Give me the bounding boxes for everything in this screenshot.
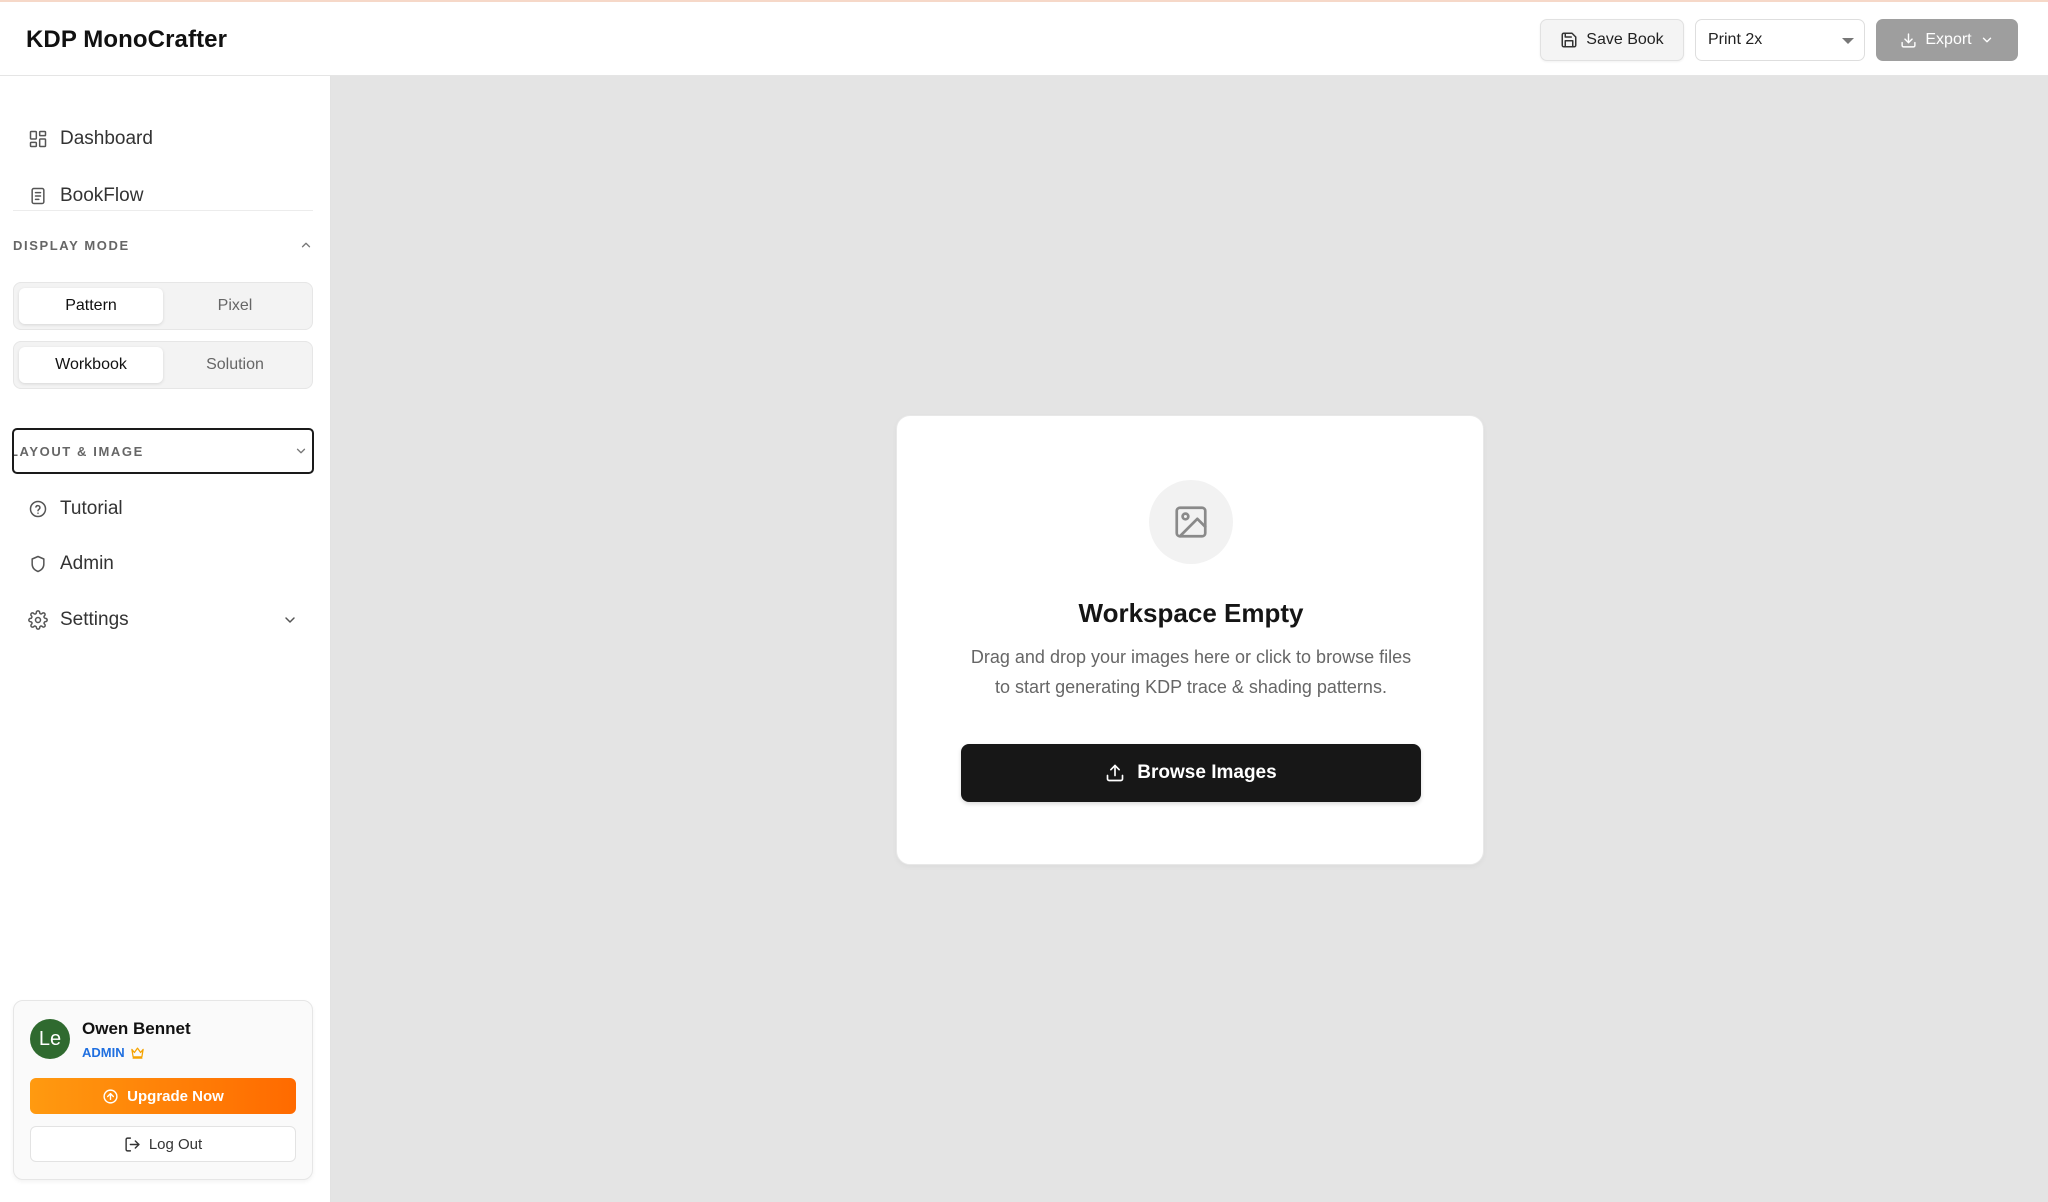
user-name: Owen Bennet — [82, 1019, 191, 1038]
empty-state-description: Drag and drop your images here or click … — [951, 642, 1431, 702]
log-out-label: Log Out — [148, 1135, 203, 1153]
user-card: Le Owen Bennet ADMIN Upgrade Now Log Out — [13, 1000, 313, 1180]
print-scale-value: Print 2x — [1708, 31, 1763, 48]
solution-option[interactable]: Solution — [163, 347, 307, 383]
layout-image-header[interactable]: LAYOUT & IMAGE — [12, 428, 314, 474]
sidebar-item-label: Settings — [60, 609, 129, 630]
sidebar-item-label: Tutorial — [60, 498, 123, 519]
chevron-up-icon — [301, 242, 311, 248]
upgrade-label: Upgrade Now — [127, 1087, 224, 1105]
export-button[interactable]: Export — [1876, 19, 2018, 61]
browse-images-label: Browse Images — [1137, 762, 1277, 783]
chevron-down-icon — [296, 448, 306, 454]
sidebar-item-label: BookFlow — [60, 185, 144, 206]
display-mode-title: DISPLAY MODE — [13, 237, 130, 253]
user-role-label: ADMIN — [82, 1045, 125, 1060]
pixel-option[interactable]: Pixel — [163, 288, 307, 324]
print-scale-select[interactable]: Print 2x — [1695, 19, 1865, 61]
sidebar: Dashboard BookFlow DISPLAY MODE Pattern … — [0, 76, 331, 1202]
app-title: KDP MonoCrafter — [26, 26, 228, 53]
view-mode-toggle: Pattern Pixel — [13, 282, 313, 330]
workbook-option[interactable]: Workbook — [19, 347, 163, 383]
log-out-button[interactable]: Log Out — [30, 1126, 296, 1162]
empty-state-title: Workspace Empty — [1078, 598, 1304, 628]
crown-icon — [130, 1047, 144, 1059]
gear-icon — [28, 610, 48, 630]
chevron-down-icon — [285, 617, 295, 623]
log-out-icon — [125, 1136, 140, 1152]
upgrade-now-button[interactable]: Upgrade Now — [30, 1078, 296, 1114]
upgrade-arrow-icon — [103, 1088, 118, 1104]
avatar: Le — [30, 1019, 70, 1059]
pattern-option[interactable]: Pattern — [19, 288, 163, 324]
workspace-dropzone[interactable]: Workspace Empty Drag and drop your image… — [896, 415, 1484, 865]
sidebar-item-tutorial[interactable]: Tutorial — [28, 489, 123, 529]
book-icon — [31, 187, 45, 205]
sidebar-item-dashboard[interactable]: Dashboard — [28, 119, 153, 159]
sidebar-item-label: Admin — [60, 553, 114, 574]
output-mode-toggle: Workbook Solution — [13, 341, 313, 389]
download-icon — [1901, 32, 1916, 48]
export-label: Export — [1925, 31, 1972, 48]
browse-images-button[interactable]: Browse Images — [961, 744, 1421, 802]
layout-image-title: LAYOUT & IMAGE — [12, 443, 144, 459]
image-icon — [1175, 506, 1207, 538]
dashboard-icon — [29, 130, 47, 148]
save-book-button[interactable]: Save Book — [1540, 19, 1684, 61]
top-bar: KDP MonoCrafter Save Book Print 2x Expor… — [0, 0, 2048, 76]
save-book-label: Save Book — [1586, 31, 1664, 48]
sidebar-item-settings[interactable]: Settings — [28, 600, 298, 640]
help-circle-icon — [29, 500, 47, 518]
empty-state-description-line: Drag and drop your images here or click … — [970, 647, 1412, 667]
shield-icon — [31, 555, 45, 573]
sidebar-item-label: Dashboard — [60, 128, 153, 149]
sidebar-item-admin[interactable]: Admin — [28, 544, 114, 584]
caret-down-icon — [1842, 38, 1854, 44]
image-placeholder-circle — [1149, 480, 1233, 564]
sidebar-divider — [13, 210, 313, 211]
upload-icon — [1106, 764, 1124, 782]
chevron-down-icon — [1982, 37, 1991, 43]
display-mode-header[interactable]: DISPLAY MODE — [13, 230, 313, 260]
empty-state-description-line: to start generating KDP trace & shading … — [995, 677, 1387, 697]
save-icon — [1561, 32, 1577, 48]
user-role-badge: ADMIN — [82, 1045, 145, 1060]
